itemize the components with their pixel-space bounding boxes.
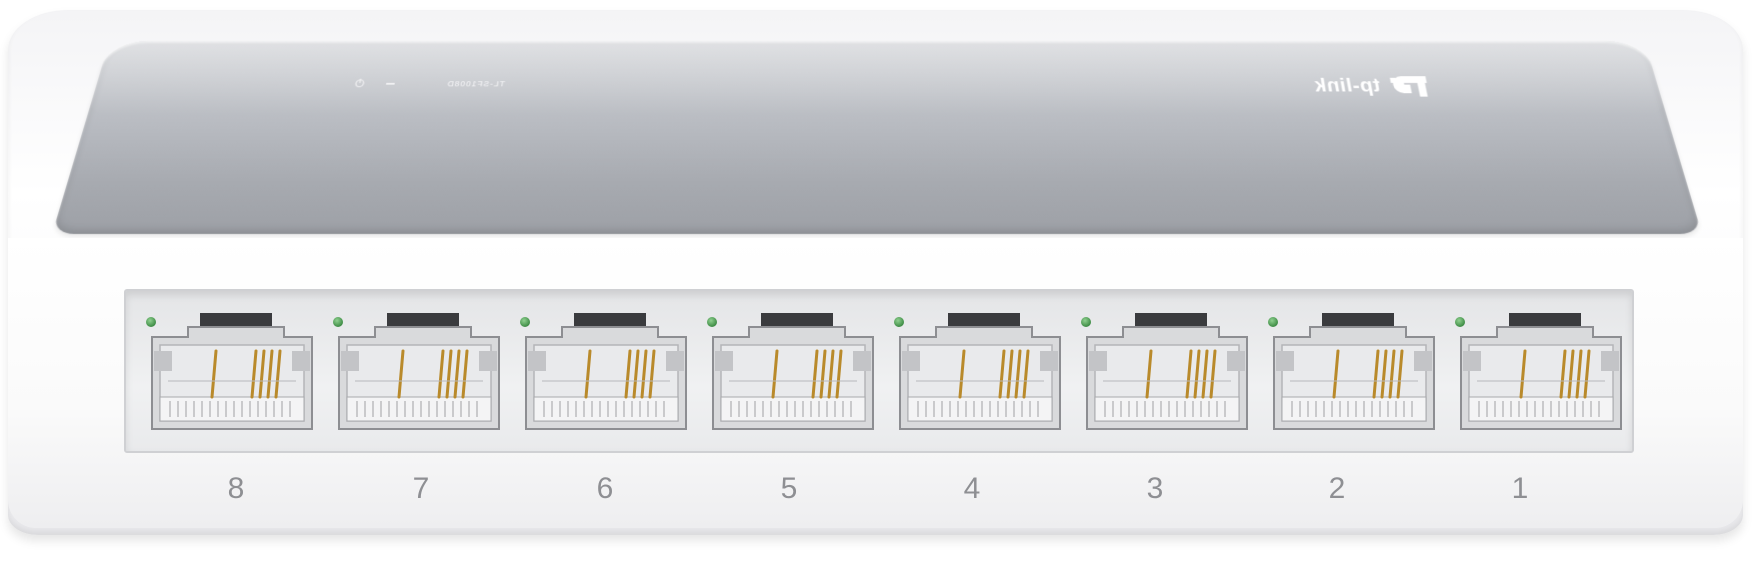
port-number-label: 3: [1135, 472, 1175, 506]
power-led: [386, 83, 395, 85]
port-number-label: 4: [952, 472, 992, 506]
ethernet-port: [1252, 301, 1424, 441]
ethernet-port: [691, 301, 863, 441]
port-strip: [124, 289, 1634, 453]
ethernet-port-icon: [896, 311, 1064, 439]
ethernet-port: [878, 301, 1050, 441]
port-number-label: 6: [585, 472, 625, 506]
power-icon: [353, 78, 366, 88]
ethernet-port: [1065, 301, 1237, 441]
port-number-label: 2: [1317, 472, 1357, 506]
ethernet-port: [1439, 301, 1611, 441]
ethernet-port-icon: [1457, 311, 1625, 439]
brand-logo: tp-link: [1312, 73, 1434, 99]
network-switch-photo: TL-SF1008D tp-link 8 7 6 5 4 3 2 1: [0, 0, 1753, 577]
ethernet-port: [317, 301, 489, 441]
ethernet-port: [130, 301, 302, 441]
model-label: TL-SF1008D: [446, 80, 505, 89]
ethernet-port-icon: [522, 311, 690, 439]
ethernet-port-icon: [709, 311, 877, 439]
switch-top-panel: TL-SF1008D tp-link: [52, 41, 1702, 234]
ethernet-port-icon: [335, 311, 503, 439]
tp-link-logo-icon: [1385, 73, 1434, 99]
ethernet-port-icon: [1083, 311, 1251, 439]
ethernet-port-icon: [148, 311, 316, 439]
port-number-label: 8: [216, 472, 256, 506]
port-number-label: 1: [1500, 472, 1540, 506]
ethernet-port: [504, 301, 676, 441]
brand-name: tp-link: [1312, 74, 1382, 96]
ethernet-port-icon: [1270, 311, 1438, 439]
port-number-label: 5: [769, 472, 809, 506]
port-number-label: 7: [401, 472, 441, 506]
